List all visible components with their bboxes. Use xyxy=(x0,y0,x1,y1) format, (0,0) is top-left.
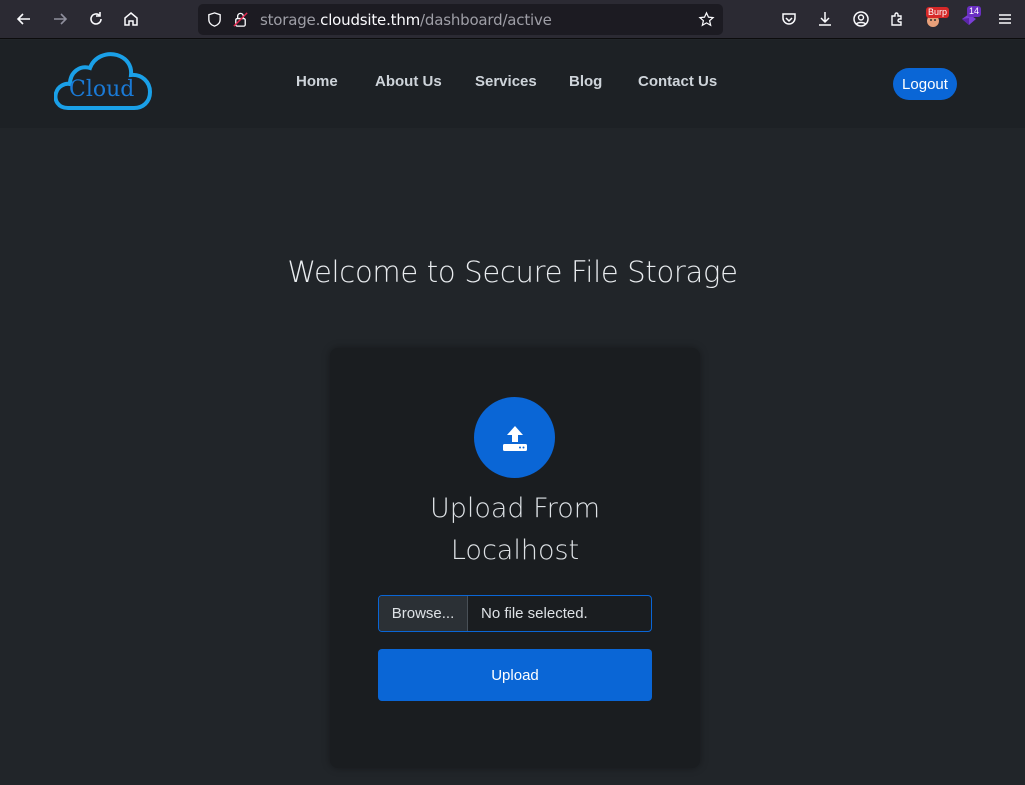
upload-card: Upload From Localhost Browse... No file … xyxy=(330,348,700,768)
nav-home[interactable]: Home xyxy=(296,73,338,90)
card-heading-line-2: Localhost xyxy=(450,535,580,566)
url-text: storage.cloudsite.thm/dashboard/active xyxy=(260,11,552,29)
account-icon xyxy=(853,11,869,27)
bookmark-star-icon[interactable] xyxy=(698,11,715,28)
browser-toolbar: storage.cloudsite.thm/dashboard/active B… xyxy=(0,0,1025,39)
notification-count-badge: 14 xyxy=(967,6,982,17)
hamburger-menu-icon xyxy=(999,14,1011,24)
downloads-button[interactable] xyxy=(811,5,839,33)
browse-button[interactable]: Browse... xyxy=(379,596,468,631)
upload-tray-icon xyxy=(502,425,527,451)
file-status-text: No file selected. xyxy=(481,605,588,622)
site-header: Cloud Home About Us Services Blog Contac… xyxy=(0,40,1025,128)
forward-button[interactable] xyxy=(46,5,74,33)
url-bar[interactable]: storage.cloudsite.thm/dashboard/active xyxy=(198,4,723,35)
nav-services[interactable]: Services xyxy=(475,73,537,90)
pocket-icon xyxy=(782,13,796,25)
nav-contact-us[interactable]: Contact Us xyxy=(638,73,717,90)
forward-arrow-icon xyxy=(54,13,68,25)
account-button[interactable] xyxy=(847,5,875,33)
puzzle-icon xyxy=(891,12,902,26)
burp-extension-button[interactable]: Burp xyxy=(919,5,950,33)
nav-about-us[interactable]: About Us xyxy=(375,73,442,90)
purple-extension-button[interactable]: 14 xyxy=(955,5,983,33)
reload-button[interactable] xyxy=(82,5,110,33)
logo-text: Cloud xyxy=(69,77,135,102)
back-arrow-icon xyxy=(16,13,30,25)
nav-blog[interactable]: Blog xyxy=(569,73,602,90)
menu-button[interactable] xyxy=(991,5,1019,33)
home-icon xyxy=(124,12,138,26)
card-heading: Upload From Localhost xyxy=(330,488,700,572)
logout-button[interactable]: Logout xyxy=(893,68,957,100)
upload-icon-circle xyxy=(474,397,555,478)
card-heading-line-1: Upload From xyxy=(429,493,601,524)
insecure-lock-icon xyxy=(233,12,248,27)
shield-icon xyxy=(208,12,221,27)
burp-badge: Burp xyxy=(926,7,950,18)
upload-button[interactable]: Upload xyxy=(378,649,652,701)
download-icon xyxy=(819,12,831,26)
url-host: cloudsite.thm xyxy=(320,11,421,29)
reload-icon xyxy=(90,12,102,25)
pocket-button[interactable] xyxy=(775,5,803,33)
extensions-button[interactable] xyxy=(883,5,911,33)
back-button[interactable] xyxy=(10,5,38,33)
url-path: /dashboard/active xyxy=(420,11,552,29)
url-subdomain: storage. xyxy=(260,11,321,29)
home-button[interactable] xyxy=(117,5,145,33)
page-title: Welcome to Secure File Storage xyxy=(287,255,738,289)
file-input[interactable]: Browse... No file selected. xyxy=(378,595,652,632)
